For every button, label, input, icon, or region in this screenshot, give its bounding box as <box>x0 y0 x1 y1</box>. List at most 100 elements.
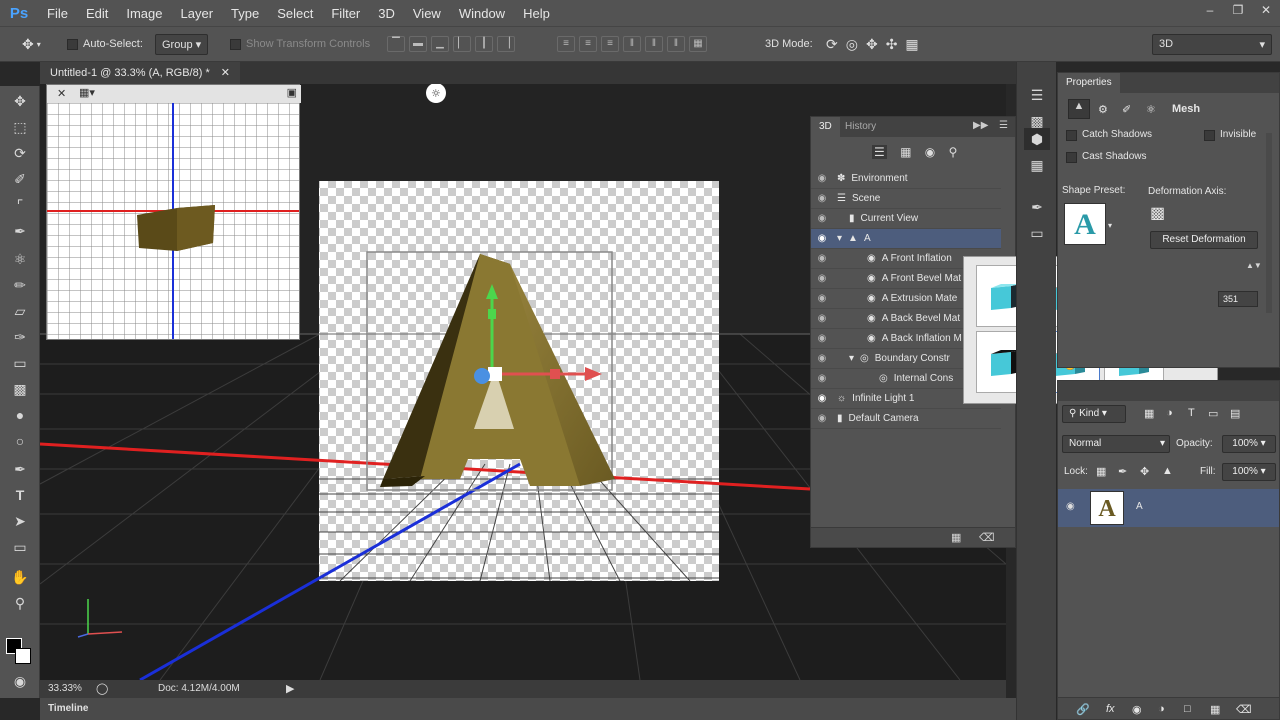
swap-view-icon[interactable]: ▣ <box>287 86 297 99</box>
eye-icon[interactable]: ◉ <box>815 249 829 269</box>
add-style-icon[interactable]: fx <box>1106 703 1115 715</box>
eye-icon[interactable]: ◉ <box>815 349 829 369</box>
menu-select[interactable]: Select <box>268 6 322 21</box>
restore-icon[interactable]: ❐ <box>1224 0 1252 20</box>
close-secondary-icon[interactable]: ✕ <box>57 87 66 100</box>
close-icon[interactable]: ✕ <box>1252 0 1280 20</box>
distribute-bottom-icon[interactable]: ≡ <box>601 36 619 52</box>
stamp-tool-icon[interactable]: ▱ <box>7 300 33 322</box>
eye-icon[interactable]: ◉ <box>815 409 829 429</box>
coordinates-tab-icon[interactable]: ⚛ <box>1146 103 1156 116</box>
tab-3d[interactable]: 3D <box>811 117 840 137</box>
filter-shape-icon[interactable]: ▭ <box>1208 407 1218 420</box>
zoom-level[interactable]: 33.33% <box>48 683 82 694</box>
kind-filter-dropdown[interactable]: ⚲ Kind ▾ <box>1062 405 1126 423</box>
timeline-tab[interactable]: Timeline <box>40 698 1020 720</box>
hand-tool-icon[interactable]: ✋ <box>7 566 33 588</box>
slide-icon[interactable]: ✣ <box>886 36 898 53</box>
brush-tool-icon[interactable]: ✏ <box>7 274 33 296</box>
whole-scene-icon[interactable]: ☰ <box>872 145 887 159</box>
layer-visibility-icon[interactable]: ◉ <box>1066 501 1075 512</box>
eye-icon[interactable]: ◉ <box>815 309 829 329</box>
align-right-icon[interactable]: ▕ <box>497 36 515 52</box>
lock-transparent-icon[interactable]: ▦ <box>1096 465 1106 478</box>
align-vcenter-icon[interactable]: ▬ <box>409 36 427 52</box>
auto-select-checkbox[interactable] <box>67 38 78 50</box>
type-tool-icon[interactable]: T <box>7 484 33 506</box>
lock-position-icon[interactable]: ✥ <box>1140 465 1149 478</box>
row-default-camera[interactable]: ◉ ▮ Default Camera <box>811 409 1001 429</box>
align-bottom-icon[interactable]: ▁ <box>431 36 449 52</box>
row-a-selected[interactable]: ◉ ▾ ▲ A <box>811 229 1001 249</box>
pen-tool-icon[interactable]: ✒ <box>7 458 33 480</box>
menu-type[interactable]: Type <box>222 6 268 21</box>
close-tab-icon[interactable]: ✕ <box>221 67 230 79</box>
roll-icon[interactable]: ◎ <box>846 36 858 53</box>
distribute-right-icon[interactable]: ‖ <box>667 36 685 52</box>
view-menu-icon[interactable]: ▦▾ <box>79 86 95 99</box>
history-brush-tool-icon[interactable]: ✑ <box>7 326 33 348</box>
expand-icon[interactable]: ▾ <box>837 233 842 244</box>
add-mask-icon[interactable]: ◉ <box>1132 703 1142 716</box>
cap-tab-icon[interactable]: ✐ <box>1122 103 1131 116</box>
auto-select-dropdown[interactable]: Group ▾ <box>155 33 209 55</box>
eye-icon[interactable]: ◉ <box>815 369 829 389</box>
filter-pixel-icon[interactable]: ▦ <box>1144 407 1154 420</box>
eraser-tool-icon[interactable]: ▭ <box>7 352 33 374</box>
dock-paths-icon[interactable]: ▭ <box>1024 222 1050 244</box>
align-hcenter-icon[interactable]: ┃ <box>475 36 493 52</box>
meshes-icon[interactable]: ▦ <box>900 145 911 159</box>
eye-icon[interactable]: ◉ <box>815 269 829 289</box>
eye-icon[interactable]: ◉ <box>815 289 829 309</box>
eye-icon[interactable]: ◉ <box>815 389 829 409</box>
menu-filter[interactable]: Filter <box>322 6 369 21</box>
link-layers-icon[interactable]: 🔗 <box>1076 703 1090 716</box>
document-tab[interactable]: Untitled-1 @ 33.3% (A, RGB/8) * ✕ <box>40 62 240 84</box>
tab-history[interactable]: History <box>837 117 884 137</box>
eye-icon[interactable]: ◉ <box>815 189 829 209</box>
distribute-left-icon[interactable]: ‖ <box>623 36 641 52</box>
layer-name[interactable]: A <box>1136 501 1143 512</box>
scale-icon[interactable]: ▦ <box>905 36 918 53</box>
move-tool-icon[interactable]: ✥ <box>7 90 33 112</box>
menu-window[interactable]: Window <box>450 6 514 21</box>
deformation-axis-icon[interactable]: ▩ <box>1150 203 1165 223</box>
crop-tool-icon[interactable]: ⌜ <box>7 194 33 216</box>
invisible-checkbox[interactable] <box>1204 130 1215 141</box>
marquee-tool-icon[interactable]: ⬚ <box>7 116 33 138</box>
auto-align-icon[interactable]: ▦ <box>689 36 707 52</box>
eye-icon[interactable]: ◉ <box>815 329 829 349</box>
background-color-swatch[interactable] <box>15 648 31 664</box>
shape-tool-icon[interactable]: ▭ <box>7 536 33 558</box>
lasso-tool-icon[interactable]: ⟳ <box>7 142 33 164</box>
dock-layers-icon[interactable]: ☰ <box>1024 84 1050 106</box>
value-stepper-icon[interactable]: ▲▼ <box>1246 261 1262 277</box>
secondary-view[interactable]: ✕ ▦▾ ▣ <box>46 84 301 340</box>
quick-mask-icon[interactable]: ◉ <box>7 670 33 692</box>
materials-icon[interactable]: ◉ <box>925 145 935 159</box>
preset-dropdown-icon[interactable]: ▾ <box>1108 221 1112 230</box>
eye-icon[interactable]: ◉ <box>815 169 829 189</box>
filter-type-icon[interactable]: T <box>1188 407 1195 419</box>
cast-shadows-checkbox[interactable] <box>1066 152 1077 163</box>
new-group-icon[interactable]: □ <box>1184 703 1191 715</box>
status-arrow-icon[interactable]: ▶ <box>286 682 294 695</box>
deform-tab-icon[interactable]: ⚙ <box>1098 103 1108 116</box>
new-adjustment-icon[interactable]: ◑ <box>1158 703 1165 715</box>
distribute-vcenter-icon[interactable]: ≡ <box>579 36 597 52</box>
menu-layer[interactable]: Layer <box>172 6 223 21</box>
workspace-dropdown[interactable]: 3D ▾ <box>1152 33 1272 55</box>
dock-properties-icon[interactable]: ▦ <box>1024 154 1050 176</box>
path-select-tool-icon[interactable]: ➤ <box>7 510 33 532</box>
new-light-icon[interactable]: ▦ <box>951 531 961 544</box>
zoom-tool-icon[interactable]: ⚲ <box>7 592 33 614</box>
gradient-tool-icon[interactable]: ▩ <box>7 378 33 400</box>
dock-brush-icon[interactable]: ✒ <box>1024 196 1050 218</box>
status-icon[interactable]: ◯ <box>96 682 108 695</box>
eye-icon[interactable]: ◉ <box>815 209 829 229</box>
quick-select-tool-icon[interactable]: ✐ <box>7 168 33 190</box>
opacity-field[interactable]: 100% ▾ <box>1222 435 1276 453</box>
menu-edit[interactable]: Edit <box>77 6 117 21</box>
value-field[interactable]: 351 <box>1218 291 1258 307</box>
align-top-icon[interactable]: ▔ <box>387 36 405 52</box>
